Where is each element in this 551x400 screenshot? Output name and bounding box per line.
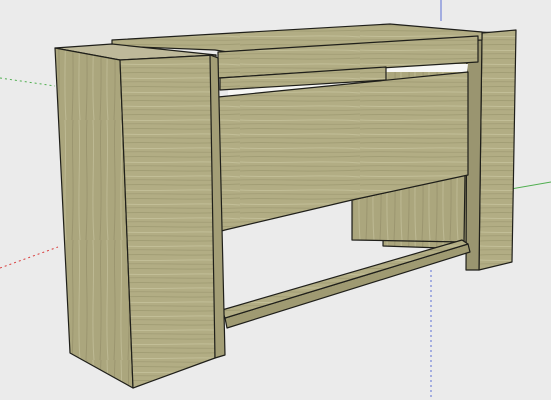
bottom-rail <box>224 243 471 329</box>
green-axis-dotted-line <box>0 77 56 87</box>
model-canvas[interactable] <box>0 0 551 400</box>
red-axis-line <box>0 246 59 269</box>
right-leg-front <box>478 29 517 271</box>
sketchup-viewport[interactable] <box>0 0 551 400</box>
left-leg-front <box>119 54 217 389</box>
